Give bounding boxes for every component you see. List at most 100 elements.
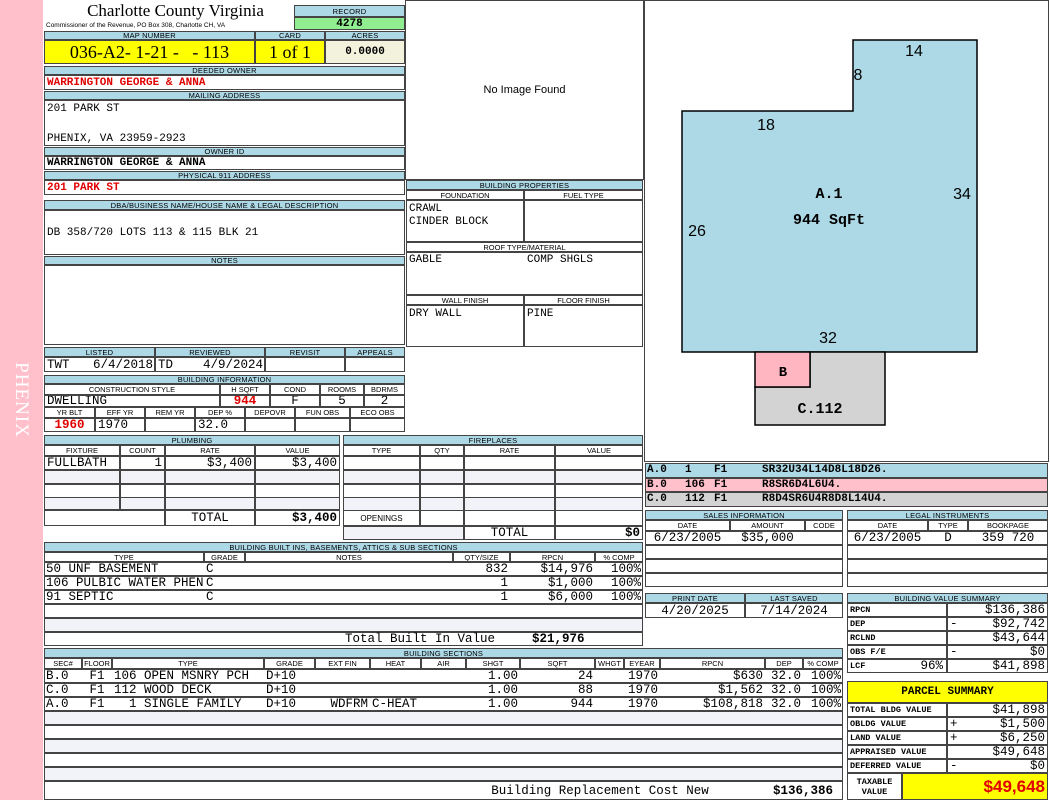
fireplaces-column-header: RATE [464,445,555,456]
building-section-cell [595,711,624,725]
plumbing-cell: $3,400 [255,456,340,470]
building-section-cell [370,669,421,683]
property-photo-placeholder: No Image Found [405,0,644,180]
fireplaces-column-header: TYPE [343,445,420,456]
sales-column-header: CODE [805,520,843,531]
eco_obs-label: ECO OBS [350,407,405,418]
building-section-cell [370,683,421,697]
owner-id: WARRINGTON GEORGE & ANNA [44,156,405,170]
fireplaces-cell [464,497,555,511]
revisit-value [265,357,345,372]
physical-address-label: PHYSICAL 911 ADDRESS [44,171,405,180]
fireplaces-cell [420,497,464,511]
mailing-address-line: PHENIX, VA 23959-2923 [47,133,186,145]
building-section-cell [421,725,466,739]
construction_style-label: CONSTRUCTION STYLE [44,384,220,395]
hsqft-value: 944 [220,395,270,407]
yr_blt-label: YR BLT [44,407,95,418]
building-section-cell [82,711,112,725]
building-section-cell [421,739,466,753]
building-section-cell: 106 OPEN MSNRY PCH [114,669,250,683]
built-ins-cell [510,618,595,632]
mailing-address-label: MAILING ADDRESS [44,91,405,100]
fun_obs-value [295,418,350,432]
building-section-cell: $108,818 [702,697,763,711]
fireplaces-cell [555,456,643,470]
building-section-cell [421,753,466,767]
building-section-cell: F1 [89,683,105,697]
sales-cell [805,559,843,573]
legal-instruments-column-header: BOOKPAGE [968,520,1048,531]
parcel-summary-label: LAND VALUE [847,731,947,745]
plumbing-cell: $3,400 [165,456,255,470]
building-section-cell [803,739,843,753]
building-section-cell [765,767,803,781]
building-section-cell [112,767,264,781]
sketch-vectors: R8D4SR6U4R8D8L14U4. [762,493,888,506]
fireplaces-cell [343,456,420,470]
building-section-cell [520,753,595,767]
built-ins-cell [245,618,453,632]
fireplaces-total-blank [343,526,464,540]
built-ins-label: BUILDING BUILT INS, BASEMENTS, ATTICS & … [44,542,643,552]
building-section-cell [264,753,315,767]
sales-cell: 6/23/2005 [653,531,722,545]
sales-cell [805,573,843,587]
sales-cell [730,545,805,559]
foundation-label: FOUNDATION [406,190,524,200]
legal-instruments-cell [847,573,928,587]
commissioner-address: Commissioner of the Revenue, PO Box 308,… [46,21,226,29]
appeals-value [345,357,405,372]
sketch-vectors: R8SR6D4L6U4. [762,478,842,491]
building-section-cell [765,711,803,725]
building-section-cell: 1 SINGLE FAMILY [114,697,242,711]
built-ins-column-header: RPCN [510,552,595,562]
map-number-label: MAP NUMBER [44,31,255,40]
fuel-type-value [524,200,643,242]
building-sections-column-header: SHGT [466,658,520,669]
legal-instruments-cell [847,545,928,559]
roof-label: ROOF TYPE/MATERIAL [406,242,643,252]
built-ins-column-header: QTY/SIZE [453,552,510,562]
built-ins-cell: 832 [485,562,508,576]
building-section-cell [466,767,520,781]
bdrms-label: BDRMS [364,384,405,395]
fireplaces-total: $0 [555,526,643,540]
legal-instruments-cell [928,559,968,573]
plumbing-total-label: TOTAL [165,510,255,526]
notes-field[interactable] [44,265,405,345]
built-ins-cell: 91 SEPTIC [46,590,114,604]
fireplaces-label: FIREPLACES [343,435,643,445]
value-summary-extra [870,645,945,659]
built-ins-cell: $14,976 [540,562,593,576]
building-section-cell [765,725,803,739]
building-section-cell: 32.0 [770,669,801,683]
sales-column-header: DATE [645,520,730,531]
building-section-cell [44,725,82,739]
dep_pct-value: 32.0 [195,418,245,432]
bdrms-value: 2 [364,395,405,407]
value-summary-extra [870,603,945,617]
building-section-cell [264,767,315,781]
floor-finish-label: FLOOR FINISH [524,295,643,305]
foundation-value: CRAWL [409,202,443,215]
taxable-value: $49,648 [902,773,1048,800]
building-section-cell [421,697,466,711]
sketch-floor: F1 [714,493,728,506]
building-section-cell [370,753,421,767]
reviewed-label: REVIEWED [155,347,265,357]
building-sections-column-header: EYEAR [624,658,660,669]
built-ins-cell: $6,000 [547,590,593,604]
map-number: 036-A2- 1-21 - - 113 [44,40,255,64]
building-section-cell [595,753,624,767]
building-section-cell: $1,562 [717,683,763,697]
yr_blt-value: 1960 [44,418,95,432]
sales-cell [645,573,730,587]
building-section-cell [315,767,370,781]
building-section-cell [315,725,370,739]
building-section-cell [315,739,370,753]
building-section-cell [82,753,112,767]
value-summary-sign [948,631,963,645]
built-ins-cell: C [206,590,214,604]
building-section-cell [421,683,466,697]
